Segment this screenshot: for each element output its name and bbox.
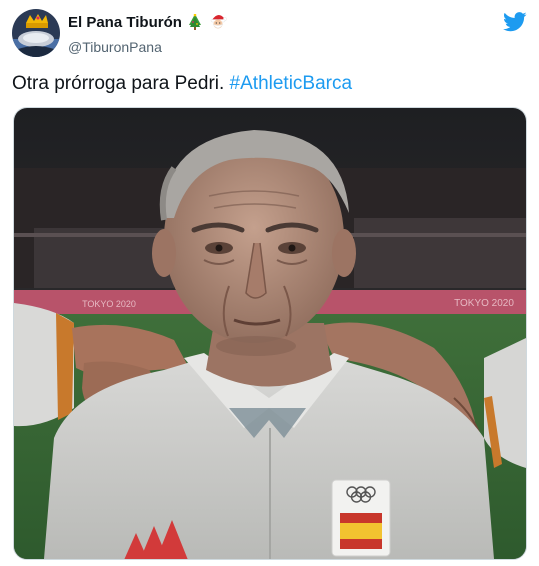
board-text-right: TOKYO 2020	[454, 298, 514, 309]
photo-image: TOKYO 2020 TOKYO 2020	[14, 108, 526, 559]
christmas-tree-icon	[188, 13, 202, 35]
hashtag-link[interactable]: #AthleticBarca	[230, 73, 353, 94]
twitter-bird-icon[interactable]	[503, 12, 527, 32]
spain-flag-patch-icon	[331, 479, 391, 557]
tweet-photo[interactable]: TOKYO 2020 TOKYO 2020	[13, 107, 527, 560]
tweet-body: Otra prórroga para Pedri.	[12, 73, 225, 94]
board-text-left: TOKYO 2020	[82, 299, 136, 309]
author-display-name[interactable]: El Pana Tiburón	[68, 13, 182, 33]
author-names: El Pana Tiburón @TiburonPana	[68, 12, 227, 57]
santa-icon	[209, 12, 227, 35]
tweet-card[interactable]: El Pana Tiburón @TiburonPana Otra prórro…	[0, 0, 539, 566]
author-avatar[interactable]	[12, 9, 60, 57]
tweet-text: Otra prórroga para Pedri. #AthleticBarca	[12, 71, 352, 97]
author-handle[interactable]: @TiburonPana	[68, 37, 227, 57]
avatar-image	[12, 9, 60, 57]
